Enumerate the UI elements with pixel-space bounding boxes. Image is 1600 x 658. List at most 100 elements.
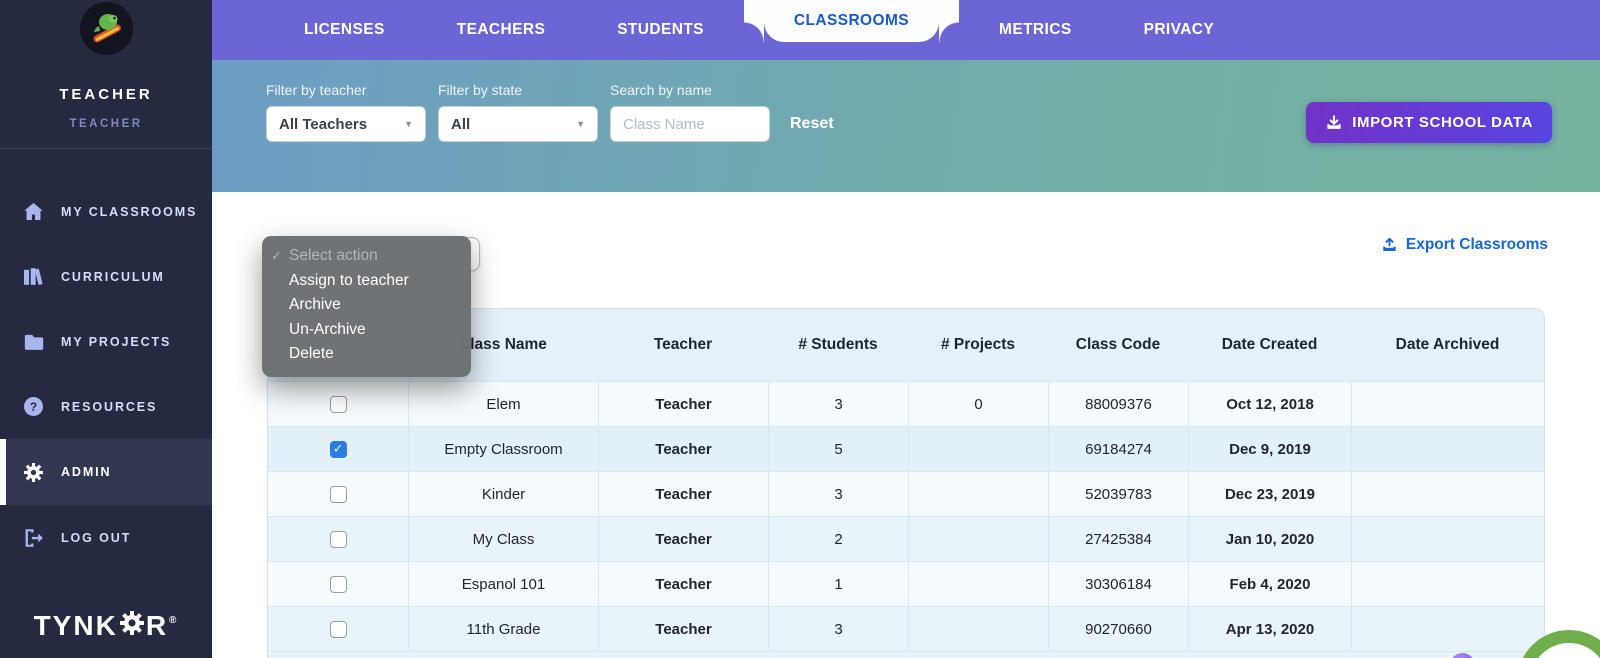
registered-mark: ®: [169, 614, 179, 626]
reset-button[interactable]: Reset: [790, 106, 834, 142]
tab-students[interactable]: STUDENTS: [581, 0, 740, 60]
books-icon: [23, 268, 44, 285]
table-row-partial: [268, 651, 1544, 658]
cell-projects: 0: [908, 382, 1048, 426]
cell-projects: [908, 562, 1048, 606]
filter-state-label: Filter by state: [438, 82, 523, 98]
cell-class_name: My Class: [408, 517, 598, 561]
import-school-data-button[interactable]: IMPORT SCHOOL DATA: [1306, 102, 1552, 143]
row-checkbox-checked[interactable]: [329, 440, 347, 458]
cell-class_code: 90270660: [1048, 607, 1188, 651]
user-name: TEACHER: [59, 86, 153, 103]
mascot-icon: [80, 2, 133, 55]
header-students: # Students: [798, 336, 878, 353]
export-link-label: Export Classrooms: [1405, 236, 1548, 253]
top-nav: LICENSES TEACHERS STUDENTS CLASSROOMS ME…: [212, 0, 1600, 60]
sidebar-item-label: MY PROJECTS: [61, 334, 172, 349]
cell-projects: [908, 607, 1048, 651]
cell-class_name: Espanol 101: [408, 562, 598, 606]
row-checkbox[interactable]: [329, 485, 347, 503]
sidebar-item-my-classrooms[interactable]: MY CLASSROOMS: [0, 179, 212, 244]
sidebar-item-admin[interactable]: ADMIN: [0, 439, 212, 505]
cell-students: 3: [768, 607, 908, 651]
table-row[interactable]: Espanol 101 Teacher 1 30306184 Feb 4, 2020: [268, 561, 1544, 606]
import-button-label: IMPORT SCHOOL DATA: [1352, 114, 1533, 131]
filter-state-select[interactable]: All ▼: [438, 106, 598, 142]
help-circle-icon: ?: [23, 397, 44, 416]
cell-class_name: Kinder: [408, 472, 598, 516]
filter-state-field: Filter by state All ▼: [438, 82, 598, 142]
cell-class_code: 69184274: [1048, 427, 1188, 471]
sidebar-item-log-out[interactable]: LOG OUT: [0, 505, 212, 570]
filter-teacher-field: Filter by teacher All Teachers ▼: [266, 82, 426, 142]
gear-glyph-icon: [119, 610, 145, 642]
cell-checkbox: [268, 607, 408, 651]
cell-date_created: Apr 13, 2020: [1188, 607, 1351, 651]
tynker-logo: TYNK R ®: [0, 610, 212, 642]
row-checkbox[interactable]: [329, 395, 347, 413]
content: Export Classrooms Class Name Teacher # S…: [212, 192, 1600, 658]
cell-class_name: Elem: [408, 382, 598, 426]
sidebar-item-my-projects[interactable]: MY PROJECTS: [0, 309, 212, 374]
row-checkbox[interactable]: [329, 575, 347, 593]
tab-classrooms[interactable]: CLASSROOMS: [743, 0, 960, 42]
sidebar-item-curriculum[interactable]: CURRICULUM: [0, 244, 212, 309]
row-checkbox[interactable]: [329, 530, 347, 548]
row-checkbox[interactable]: [329, 620, 347, 638]
cell-checkbox: [268, 517, 408, 561]
filter-teacher-label: Filter by teacher: [266, 82, 367, 98]
cell-teacher: Teacher: [598, 382, 768, 426]
sidebar-nav: MY CLASSROOMS CURRICULUM MY PROJECTS ? R…: [0, 179, 212, 570]
cell-students: 2: [768, 517, 908, 561]
cell-teacher: Teacher: [598, 517, 768, 561]
cell-checkbox: [268, 562, 408, 606]
tab-licenses[interactable]: LICENSES: [268, 0, 421, 60]
export-classrooms-link[interactable]: Export Classrooms: [1381, 236, 1548, 254]
cell-date_archived: [1351, 607, 1544, 651]
cell-teacher: Teacher: [598, 562, 768, 606]
menu-item-select-action[interactable]: ✓ Select action: [262, 244, 471, 269]
bulk-action-menu: ✓ Select action Assign to teacher Archiv…: [262, 236, 471, 377]
menu-item-archive[interactable]: Archive: [262, 293, 471, 318]
chevron-down-icon: ▼: [576, 119, 585, 129]
sidebar: TEACHER TEACHER MY CLASSROOMS CURRICULUM…: [0, 0, 212, 658]
header-date-created: Date Created: [1221, 336, 1318, 353]
menu-item-label: Archive: [289, 296, 341, 314]
table-row[interactable]: My Class Teacher 2 27425384 Jan 10, 2020: [268, 516, 1544, 561]
tab-teachers[interactable]: TEACHERS: [421, 0, 581, 60]
table-row[interactable]: 11th Grade Teacher 3 90270660 Apr 13, 2020: [268, 606, 1544, 651]
user-role: TEACHER: [69, 118, 143, 130]
cell-students: 5: [768, 427, 908, 471]
cell-checkbox: [268, 382, 408, 426]
tab-metrics[interactable]: METRICS: [963, 0, 1108, 60]
table-row[interactable]: Elem Teacher 3 0 88009376 Oct 12, 2018: [268, 381, 1544, 426]
table-row[interactable]: Empty ClassroomTeacher5 69184274Dec 9, 20…: [268, 426, 1544, 471]
cell-class_code: 27425384: [1048, 517, 1188, 561]
filter-teacher-select[interactable]: All Teachers ▼: [266, 106, 426, 142]
logout-icon: [23, 528, 44, 547]
cell-class_code: 52039783: [1048, 472, 1188, 516]
cell-date_archived: [1351, 382, 1544, 426]
chevron-down-icon: ▼: [404, 119, 413, 129]
cell-students: 3: [768, 472, 908, 516]
cell-projects: [908, 427, 1048, 471]
question-mark-icon: ?: [1555, 649, 1583, 658]
table-row[interactable]: Kinder Teacher 3 52039783 Dec 23, 2019: [268, 471, 1544, 516]
menu-item-delete[interactable]: Delete: [262, 342, 471, 367]
avatar[interactable]: [80, 2, 133, 55]
cell-class_code: 30306184: [1048, 562, 1188, 606]
home-icon: [23, 203, 44, 220]
search-input[interactable]: [610, 106, 770, 142]
menu-item-un-archive[interactable]: Un-Archive: [262, 318, 471, 343]
check-icon: ✓: [271, 248, 282, 263]
menu-item-label: Select action: [289, 247, 378, 264]
sidebar-item-label: ADMIN: [61, 465, 112, 479]
tab-privacy[interactable]: PRIVACY: [1108, 0, 1251, 60]
menu-item-assign-to-teacher[interactable]: Assign to teacher: [262, 269, 471, 294]
sidebar-item-label: MY CLASSROOMS: [61, 204, 198, 219]
gear-icon: [23, 462, 44, 482]
cell-projects: [908, 517, 1048, 561]
sidebar-item-resources[interactable]: ? RESOURCES: [0, 374, 212, 439]
header-class-code: Class Code: [1075, 336, 1161, 353]
tynker-logo-text: TYNK: [33, 610, 118, 641]
